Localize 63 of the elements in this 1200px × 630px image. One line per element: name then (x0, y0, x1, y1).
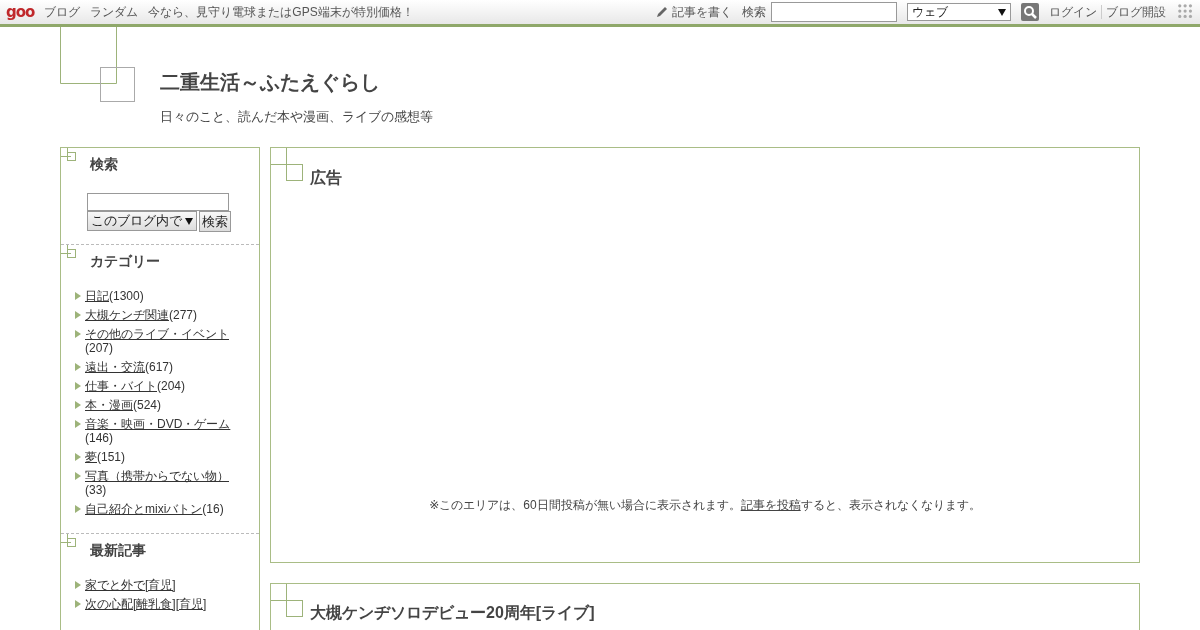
category-link[interactable]: 自己紹介とmixiバトン (85, 502, 203, 516)
search-label: 検索 (742, 3, 766, 21)
category-count: (151) (97, 450, 125, 464)
bullet-icon (75, 292, 81, 300)
top-link[interactable]: 今なら、見守り電球またはGPS端末が特別価格！ (148, 3, 414, 21)
bullet-icon (75, 311, 81, 319)
tag-link[interactable]: [育児] (145, 578, 176, 592)
tag-link[interactable]: [育児] (175, 597, 207, 611)
scope-dropdown[interactable]: ウェブ (907, 3, 1011, 21)
blog-title[interactable]: 二重生活～ふたえぐらし (160, 69, 1200, 96)
post-article-link[interactable]: 記事を投稿 (740, 498, 801, 512)
category-count: (1300) (109, 289, 144, 303)
pencil-icon (655, 5, 669, 19)
category-count: (617) (145, 360, 173, 374)
bullet-icon (75, 581, 81, 589)
section-heading: 最新記事 (90, 542, 147, 560)
bullet-icon (75, 401, 81, 409)
category-link[interactable]: 音楽・映画・DVD・ゲーム (85, 417, 231, 431)
open-blog-link[interactable]: ブログ開設 (1106, 3, 1166, 21)
article-link[interactable]: 次の心配 (85, 597, 133, 611)
category-link[interactable]: 仕事・バイト (85, 379, 157, 393)
caret-icon (998, 8, 1006, 16)
bullet-icon (75, 472, 81, 480)
bullet-icon (75, 363, 81, 371)
login-link[interactable]: ログイン (1049, 3, 1097, 21)
category-link[interactable]: 遠出・交流 (85, 360, 145, 374)
logo[interactable]: goo (6, 3, 35, 21)
category-count: (16) (202, 502, 224, 516)
bullet-icon (75, 505, 81, 513)
search-field[interactable] (771, 2, 897, 22)
category-count: (204) (157, 379, 185, 393)
blog-search-field[interactable] (87, 193, 229, 211)
bullet-icon (75, 330, 81, 338)
article-link[interactable]: 家でと外で (85, 578, 145, 592)
category-count: (207) (85, 341, 113, 355)
blog-description: 日々のこと、読んだ本や漫画、ライブの感想等 (160, 108, 434, 126)
category-link[interactable]: 大槻ケンヂ関連 (85, 308, 169, 322)
bullet-icon (75, 420, 81, 428)
category-link[interactable]: 夢 (85, 450, 97, 464)
section-heading: 検索 (90, 156, 119, 174)
section-heading: カテゴリー (90, 253, 161, 271)
search-button[interactable]: 検索 (199, 211, 231, 232)
category-link[interactable]: その他のライブ・イベント (85, 327, 229, 341)
category-count: (524) (133, 398, 161, 412)
category-link[interactable]: 本・漫画 (85, 398, 133, 412)
category-link[interactable]: 写真（携帯からでない物） (85, 469, 229, 483)
category-count: (146) (85, 431, 113, 445)
category-count: (33) (85, 483, 107, 497)
bullet-icon (75, 382, 81, 390)
search-icon[interactable] (1021, 3, 1039, 21)
bullet-icon (75, 453, 81, 461)
ad-notice: ※このエリアは、60日間投稿が無い場合に表示されます。記事を投稿すると、表示されなくなります。 (428, 497, 982, 514)
scope-dropdown[interactable]: このブログ内で (87, 211, 197, 231)
section-heading: 広告 (310, 168, 343, 188)
entry-title[interactable]: 大槻ケンヂソロデビュー20周年[ライブ] (310, 603, 1139, 624)
write-link[interactable]: 記事を書く (672, 3, 732, 21)
top-link[interactable]: ブログ (44, 3, 81, 21)
tag-link[interactable]: [離乳食] (133, 597, 176, 611)
bullet-icon (75, 600, 81, 608)
top-link[interactable]: ランダム (90, 3, 139, 21)
category-link[interactable]: 日記 (85, 289, 109, 303)
category-count: (277) (169, 308, 197, 322)
apps-grid-icon[interactable] (1178, 4, 1194, 20)
